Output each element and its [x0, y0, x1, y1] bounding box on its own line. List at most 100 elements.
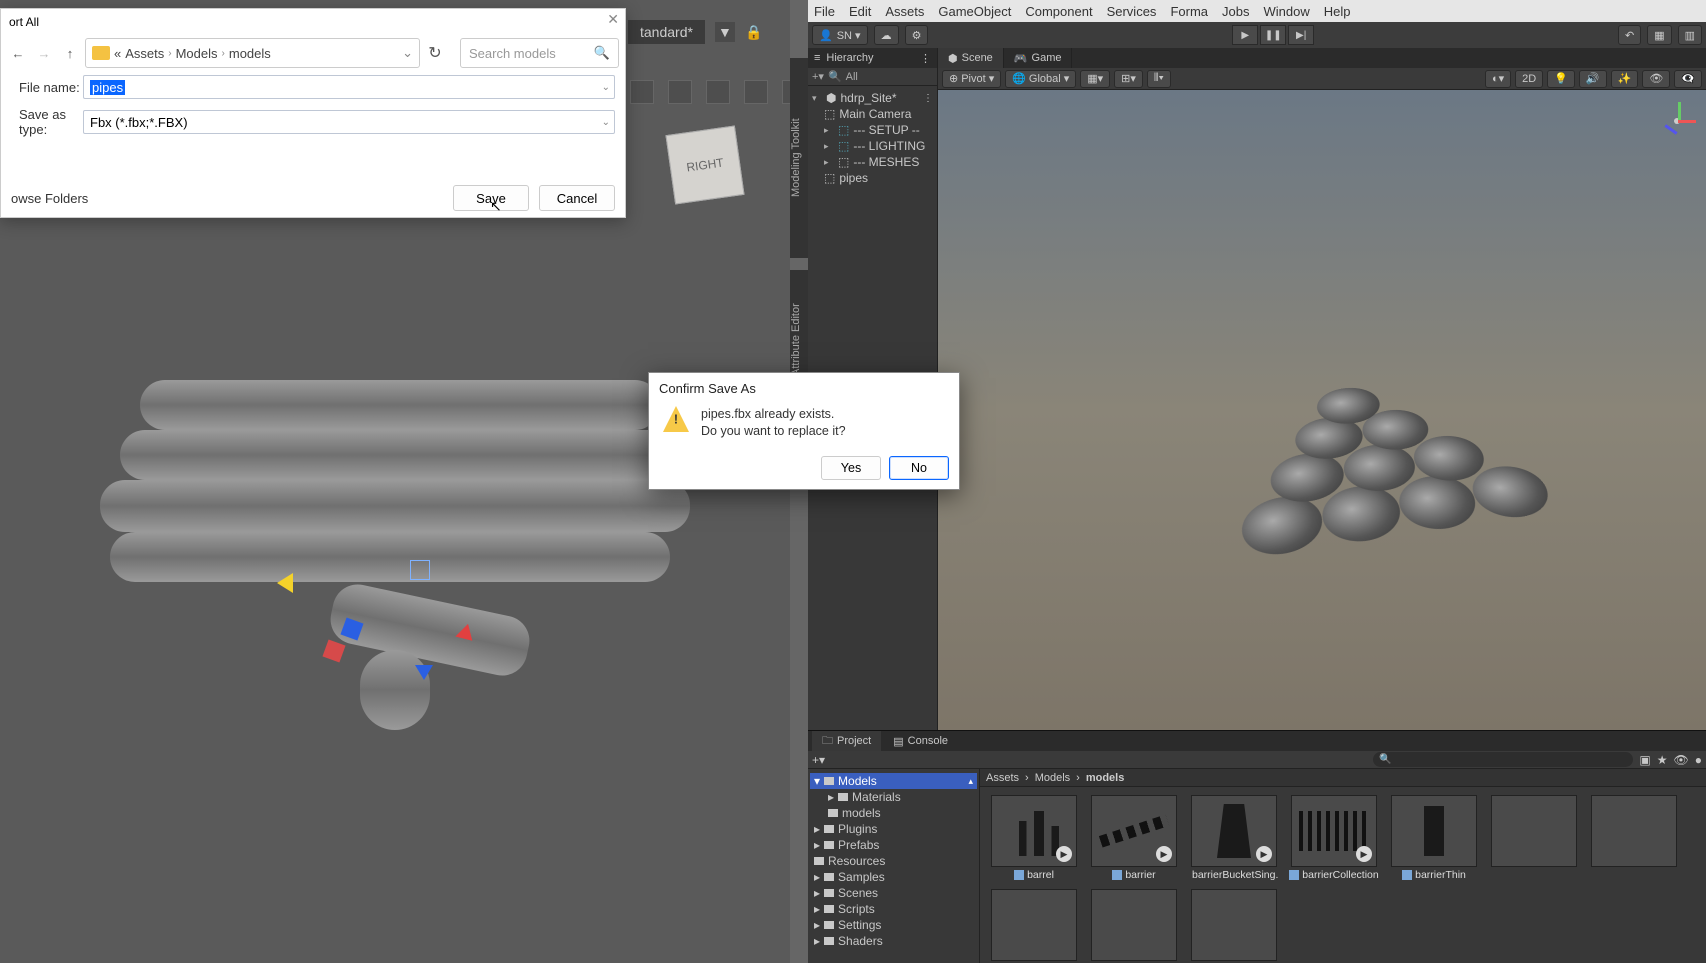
asset-item[interactable] — [988, 889, 1080, 961]
hierarchy-item[interactable]: --- SETUP -- — [853, 123, 919, 137]
cancel-button[interactable]: Cancel — [539, 185, 615, 211]
maya-workspace-label[interactable]: tandard* — [628, 20, 705, 44]
project-search-input[interactable]: 🔍 — [1373, 752, 1633, 767]
favorites-button[interactable]: ★ — [1657, 753, 1668, 767]
play-preview-icon[interactable]: ▶ — [1156, 846, 1172, 862]
tab-project[interactable]: 🗀 Project — [812, 731, 881, 751]
tab-scene[interactable]: ⬢ Scene — [938, 48, 1004, 68]
hierarchy-tab[interactable]: ≡Hierarchy ⋮ — [808, 48, 937, 68]
menu-assets[interactable]: Assets — [885, 4, 924, 19]
hierarchy-item[interactable]: --- MESHES — [853, 155, 919, 169]
project-folder[interactable]: Prefabs — [838, 838, 879, 852]
nav-forward-button[interactable]: → — [33, 42, 55, 64]
asset-item[interactable] — [1088, 889, 1180, 961]
modeling-toolkit-tab[interactable]: Modeling Toolkit — [790, 58, 808, 258]
shelf-icon[interactable] — [668, 80, 692, 104]
account-dropdown[interactable]: 👤 SN ▾ — [812, 25, 868, 45]
asset-item[interactable]: barrierThin — [1388, 795, 1480, 881]
shelf-icon[interactable] — [744, 80, 768, 104]
asset-item[interactable] — [1188, 889, 1280, 961]
chevron-down-icon[interactable]: ⌄ — [602, 82, 610, 93]
save-button[interactable]: Save — [453, 185, 529, 211]
shelf-icon[interactable] — [706, 80, 730, 104]
breadcrumb-part[interactable]: Models — [176, 46, 218, 61]
chevron-down-icon[interactable]: ⌄ — [402, 45, 413, 61]
asset-item[interactable]: ▶ barrierCollection — [1288, 795, 1380, 881]
breadcrumb-part[interactable]: models — [229, 46, 271, 61]
pivot-toggle[interactable]: ⊕Pivot▾ — [942, 70, 1001, 88]
hidden-toggle[interactable]: 👁‍🗨 — [1674, 70, 1702, 88]
global-toggle[interactable]: 🌐Global▾ — [1005, 70, 1076, 88]
close-icon[interactable]: ✕ — [607, 11, 619, 28]
panel-menu-icon[interactable]: ⋮ — [920, 52, 931, 65]
project-folder[interactable]: Scripts — [838, 902, 875, 916]
scene-view[interactable]: ⬢ Scene 🎮 Game ⊕Pivot▾ 🌐Global▾ ▦▾ ⊞▾ ⫴▾… — [938, 48, 1706, 730]
project-folder[interactable]: Samples — [838, 870, 885, 884]
menu-forma[interactable]: Forma — [1170, 4, 1208, 19]
slider-icon[interactable]: ● — [1695, 753, 1702, 767]
menu-component[interactable]: Component — [1025, 4, 1092, 19]
hierarchy-tree[interactable]: ▾⬢hdrp_Site*⋮ ⬚Main Camera ▸⬚--- SETUP -… — [808, 86, 937, 190]
lock-icon[interactable]: 🔒 — [745, 24, 762, 41]
project-folder[interactable]: Scenes — [838, 886, 878, 900]
project-folder[interactable]: Materials — [852, 790, 901, 804]
refresh-button[interactable]: ↻ — [424, 43, 446, 63]
nav-back-button[interactable]: ← — [7, 42, 29, 64]
hierarchy-item[interactable]: pipes — [839, 171, 868, 185]
lighting-toggle[interactable]: 💡 — [1547, 70, 1575, 88]
snap-increment[interactable]: ⫴▾ — [1147, 70, 1171, 88]
undo-history-button[interactable]: ↶ — [1618, 25, 1641, 45]
hidden-button[interactable]: 👁 — [1674, 753, 1689, 767]
menu-edit[interactable]: Edit — [849, 4, 871, 19]
project-folder[interactable]: Shaders — [838, 934, 883, 948]
shelf-icon[interactable] — [630, 80, 654, 104]
browse-folders-link[interactable]: owse Folders — [11, 191, 88, 206]
filename-field[interactable]: pipes ⌄ — [83, 75, 615, 99]
asset-item[interactable] — [1488, 795, 1580, 881]
project-folder[interactable]: Settings — [838, 918, 881, 932]
menu-file[interactable]: File — [814, 4, 835, 19]
breadcrumb-part[interactable]: Assets — [986, 772, 1019, 784]
maya-workspace-dropdown-icon[interactable]: ▼ — [715, 22, 735, 42]
project-folder[interactable]: Plugins — [838, 822, 877, 836]
project-folder[interactable]: Resources — [828, 854, 885, 868]
project-breadcrumb[interactable]: Assets › Models › models — [980, 769, 1706, 787]
filter-button[interactable]: ▣ — [1639, 753, 1650, 767]
asset-item[interactable] — [1588, 795, 1680, 881]
no-button[interactable]: No — [889, 456, 949, 480]
hierarchy-root[interactable]: hdrp_Site* — [840, 91, 896, 105]
add-button[interactable]: +▾ — [812, 70, 824, 83]
scene-canvas[interactable] — [938, 90, 1706, 730]
yes-button[interactable]: Yes — [821, 456, 881, 480]
asset-item[interactable]: ▶ barrierBucketSing... — [1188, 795, 1280, 881]
cloud-button[interactable]: ☁ — [874, 25, 899, 45]
scene-orientation-gizmo[interactable] — [1656, 100, 1696, 140]
breadcrumb-part[interactable]: Assets — [125, 46, 164, 61]
menu-gameobject[interactable]: GameObject — [938, 4, 1011, 19]
tab-game[interactable]: 🎮 Game — [1004, 48, 1073, 68]
breadcrumb-part[interactable]: Models — [1035, 772, 1070, 784]
play-button[interactable]: ▶ — [1232, 25, 1258, 45]
search-input[interactable]: Search models 🔍 — [460, 38, 619, 68]
save-dialog-titlebar[interactable]: ort All ✕ — [1, 9, 625, 35]
play-preview-icon[interactable]: ▶ — [1356, 846, 1372, 862]
menu-help[interactable]: Help — [1324, 4, 1351, 19]
hierarchy-item[interactable]: Main Camera — [839, 107, 911, 121]
audio-toggle[interactable]: 🔊 — [1579, 70, 1607, 88]
viewcube[interactable]: RIGHT — [665, 125, 744, 204]
add-button[interactable]: +▾ — [812, 753, 825, 767]
menu-window[interactable]: Window — [1263, 4, 1309, 19]
gizmo-y-arrow[interactable] — [415, 665, 433, 680]
grid-toggle[interactable]: ▦▾ — [1080, 70, 1110, 88]
project-folder[interactable]: models — [842, 806, 881, 820]
gizmo-x-arrow[interactable] — [277, 573, 293, 593]
hierarchy-item[interactable]: --- LIGHTING — [853, 139, 925, 153]
nav-up-button[interactable]: ↑ — [59, 42, 81, 64]
chevron-down-icon[interactable]: ⌄ — [602, 117, 610, 128]
shading-mode[interactable]: ◐▾ — [1485, 70, 1511, 88]
play-preview-icon[interactable]: ▶ — [1256, 846, 1272, 862]
gizmos-toggle[interactable]: 👁 — [1642, 70, 1670, 88]
saveas-type-field[interactable]: Fbx (*.fbx;*.FBX) ⌄ — [83, 110, 615, 134]
project-folder[interactable]: Models — [838, 774, 877, 788]
breadcrumb[interactable]: « Assets › Models › models ⌄ — [85, 38, 420, 68]
